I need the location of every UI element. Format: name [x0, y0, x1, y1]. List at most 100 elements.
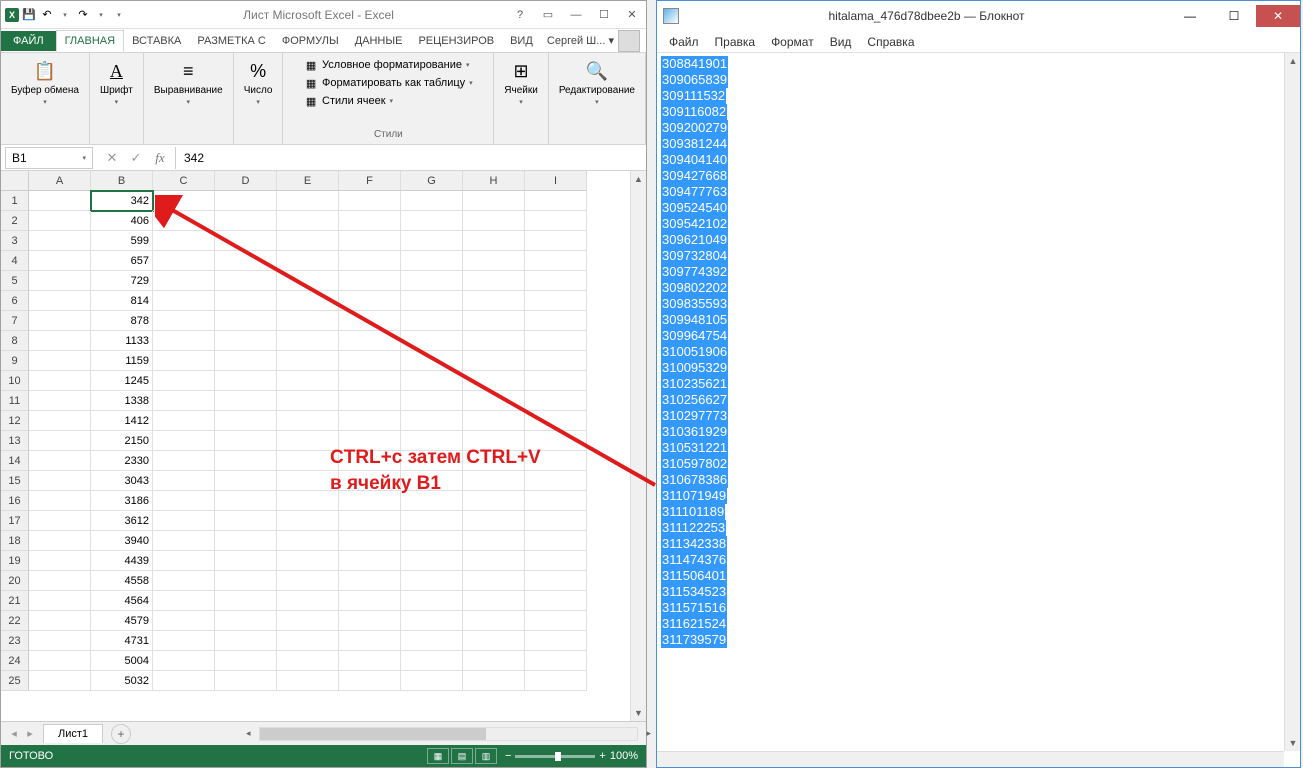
cell[interactable]	[29, 611, 91, 631]
cell[interactable]: 599	[91, 231, 153, 251]
cell[interactable]	[339, 311, 401, 331]
cell[interactable]	[29, 431, 91, 451]
cell[interactable]	[215, 351, 277, 371]
cells-button[interactable]: ⊞ Ячейки ▾	[500, 57, 542, 108]
cell[interactable]	[215, 411, 277, 431]
cell[interactable]	[463, 511, 525, 531]
cell[interactable]	[401, 251, 463, 271]
cell[interactable]	[339, 651, 401, 671]
name-box[interactable]: B1 ▾	[5, 147, 93, 169]
cell[interactable]	[215, 431, 277, 451]
cell[interactable]	[525, 651, 587, 671]
cell[interactable]	[339, 511, 401, 531]
cell[interactable]	[153, 311, 215, 331]
cell[interactable]	[401, 271, 463, 291]
redo-icon[interactable]: ↷	[75, 7, 91, 23]
row-header[interactable]: 2	[1, 211, 29, 231]
cell[interactable]	[463, 631, 525, 651]
cell[interactable]	[339, 531, 401, 551]
cell[interactable]: 878	[91, 311, 153, 331]
row-header[interactable]: 13	[1, 431, 29, 451]
cell[interactable]	[525, 311, 587, 331]
cell[interactable]	[401, 391, 463, 411]
paste-button[interactable]: 📋 Буфер обмена ▾	[7, 57, 83, 108]
cell[interactable]	[29, 251, 91, 271]
cell[interactable]	[401, 591, 463, 611]
cell[interactable]	[153, 671, 215, 691]
row-header[interactable]: 1	[1, 191, 29, 211]
row-header[interactable]: 3	[1, 231, 29, 251]
cell[interactable]	[153, 271, 215, 291]
cell[interactable]	[153, 551, 215, 571]
tab-view[interactable]: ВИД	[502, 31, 541, 51]
cell[interactable]	[277, 231, 339, 251]
cell-styles-button[interactable]: ▦ Стили ячеек ▾	[302, 93, 395, 109]
cell[interactable]: 4564	[91, 591, 153, 611]
cell[interactable]	[153, 331, 215, 351]
cell[interactable]	[153, 431, 215, 451]
cell[interactable]	[463, 251, 525, 271]
cell[interactable]	[525, 531, 587, 551]
column-header[interactable]: B	[91, 171, 153, 191]
cell[interactable]	[29, 471, 91, 491]
cell[interactable]	[525, 411, 587, 431]
cell[interactable]	[339, 451, 401, 471]
cell[interactable]: 2330	[91, 451, 153, 471]
cell[interactable]	[153, 191, 215, 211]
row-header[interactable]: 22	[1, 611, 29, 631]
cell[interactable]	[29, 351, 91, 371]
cell[interactable]	[153, 491, 215, 511]
row-header[interactable]: 20	[1, 571, 29, 591]
cell[interactable]	[277, 611, 339, 631]
cell[interactable]	[215, 571, 277, 591]
row-header[interactable]: 9	[1, 351, 29, 371]
select-all-corner[interactable]	[1, 171, 29, 191]
cell[interactable]	[215, 531, 277, 551]
cell[interactable]	[29, 231, 91, 251]
column-header[interactable]: G	[401, 171, 463, 191]
cell[interactable]	[339, 491, 401, 511]
cell[interactable]	[215, 671, 277, 691]
cell[interactable]	[339, 231, 401, 251]
cell[interactable]	[401, 231, 463, 251]
cell[interactable]	[401, 291, 463, 311]
cell[interactable]	[277, 671, 339, 691]
cell[interactable]	[525, 371, 587, 391]
cell[interactable]	[525, 191, 587, 211]
cell[interactable]	[339, 611, 401, 631]
cell[interactable]	[153, 351, 215, 371]
cell[interactable]	[463, 671, 525, 691]
formula-input[interactable]: 342	[175, 147, 646, 169]
cell[interactable]	[215, 331, 277, 351]
cell[interactable]	[339, 351, 401, 371]
cell[interactable]	[401, 311, 463, 331]
cell[interactable]	[153, 471, 215, 491]
editing-button[interactable]: 🔍 Редактирование ▾	[555, 57, 639, 108]
cell[interactable]	[339, 391, 401, 411]
cell[interactable]	[401, 571, 463, 591]
row-header[interactable]: 10	[1, 371, 29, 391]
cell[interactable]: 4731	[91, 631, 153, 651]
page-layout-view-icon[interactable]: ▤	[451, 748, 473, 764]
cell[interactable]: 1338	[91, 391, 153, 411]
menu-format[interactable]: Формат	[763, 33, 822, 51]
sheet-prev-icon[interactable]: ◂	[7, 727, 21, 740]
cell[interactable]	[463, 351, 525, 371]
cell[interactable]	[153, 211, 215, 231]
cell[interactable]	[525, 451, 587, 471]
cell[interactable]	[277, 391, 339, 411]
font-button[interactable]: А Шрифт ▾	[96, 57, 137, 108]
new-sheet-button[interactable]: +	[111, 724, 131, 744]
cell[interactable]	[215, 291, 277, 311]
cell[interactable]	[401, 411, 463, 431]
column-header[interactable]: F	[339, 171, 401, 191]
cell[interactable]	[277, 191, 339, 211]
redo-dropdown-icon[interactable]: ▾	[93, 7, 109, 23]
normal-view-icon[interactable]: ▦	[427, 748, 449, 764]
cell[interactable]	[401, 631, 463, 651]
cell[interactable]	[277, 411, 339, 431]
column-header[interactable]: D	[215, 171, 277, 191]
cell[interactable]	[277, 631, 339, 651]
cell[interactable]: 3940	[91, 531, 153, 551]
ribbon-options-icon[interactable]: ▭	[534, 5, 562, 25]
